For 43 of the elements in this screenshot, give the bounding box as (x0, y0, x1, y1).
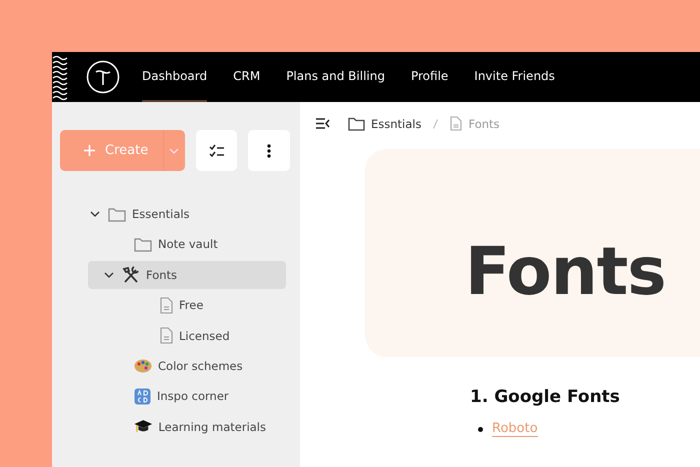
tree-item[interactable]: Learning materials (68, 412, 266, 441)
page-title: Fonts (465, 232, 666, 310)
nav-tab[interactable]: Invite Friends (474, 52, 555, 102)
chevron-icon[interactable] (104, 272, 114, 278)
tree-item[interactable]: Free (68, 291, 266, 320)
collapse-sidebar-icon[interactable] (315, 118, 330, 129)
nav-tab[interactable]: CRM (233, 52, 260, 102)
palette-icon (134, 358, 152, 374)
tree-item-label: Essentials (132, 207, 190, 221)
tree-item-label: Note vault (158, 237, 218, 252)
nav-tab[interactable]: Plans and Billing (286, 52, 385, 102)
folder-icon (348, 116, 365, 130)
plus-icon (84, 145, 95, 156)
tree-item[interactable]: Essentials (68, 200, 266, 228)
bullet-icon (478, 426, 483, 432)
document-icon (160, 327, 173, 344)
folder-icon (108, 206, 126, 222)
tree-item-label: Licensed (179, 328, 230, 343)
breadcrumb-link[interactable]: Essntials (371, 116, 422, 130)
checklist-button[interactable] (196, 130, 238, 171)
tree-item[interactable]: Color schemes (68, 352, 266, 380)
tree-item[interactable]: Licensed (68, 322, 266, 350)
logo-icon[interactable] (86, 60, 120, 94)
tree-item[interactable]: Note vault (68, 230, 266, 258)
chevron-icon[interactable] (90, 211, 100, 217)
document-icon (450, 116, 462, 131)
create-label: Create (105, 143, 150, 158)
letters-icon (134, 388, 151, 405)
tree-item-label: Fonts (146, 268, 178, 282)
tree-item[interactable]: Fonts (88, 260, 286, 289)
nav-tab[interactable]: Profile (410, 52, 448, 102)
separator-icon (433, 118, 438, 128)
tree-item-label: Color schemes (158, 358, 243, 373)
tree-item-label: Learning materials (158, 420, 266, 434)
tree-item-label: Inspo corner (157, 389, 229, 404)
tree-item[interactable]: Inspo corner (68, 382, 266, 410)
document-icon (160, 296, 173, 314)
section-heading: 1. Google Fonts (470, 387, 621, 407)
tree-item-label: Free (179, 298, 204, 312)
checklist-icon (208, 144, 225, 158)
more-icon (267, 144, 272, 158)
folder-icon (134, 236, 152, 252)
hammer-wrench-icon (122, 266, 140, 284)
